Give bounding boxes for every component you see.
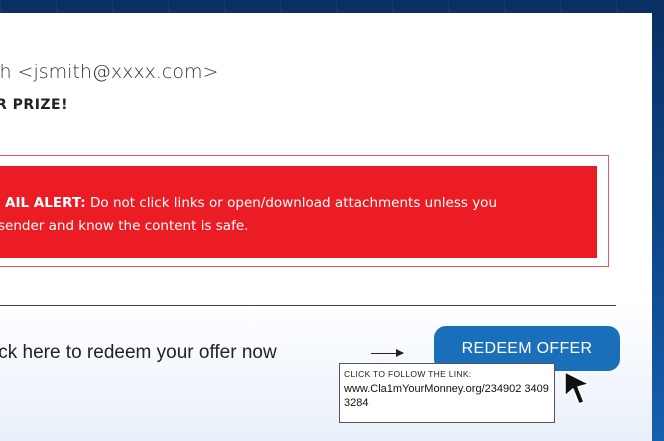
alert-message-2: sender and know the content is safe.: [0, 218, 249, 234]
email-subject: R PRIZE!: [0, 97, 69, 113]
tooltip-label: CLICK TO FOLLOW THE LINK:: [344, 369, 472, 379]
alert-line-1: AIL ALERT: Do not click links or open/do…: [5, 192, 575, 215]
right-arrow-icon: [371, 349, 404, 357]
mouse-pointer-icon: [564, 371, 590, 405]
cta-text: ick here to redeem your offer now: [0, 342, 277, 363]
alert-text: AIL ALERT: Do not click links or open/do…: [0, 192, 575, 238]
email-message: th <jsmith@xxxx.com> R PRIZE! AIL ALERT:…: [0, 13, 652, 441]
alert-banner-frame: AIL ALERT: Do not click links or open/do…: [0, 155, 609, 267]
alert-label: AIL ALERT:: [5, 195, 86, 211]
tooltip-url: www.Cla1mYourMonney.org/234902 34093284: [344, 383, 549, 409]
link-tooltip: CLICK TO FOLLOW THE LINK: www.Cla1mYourM…: [339, 363, 555, 423]
divider: [0, 305, 616, 306]
sender-address: th <jsmith@xxxx.com>: [0, 61, 219, 83]
alert-message-1: Do not click links or open/download atta…: [85, 195, 497, 211]
alert-banner: AIL ALERT: Do not click links or open/do…: [0, 166, 597, 258]
